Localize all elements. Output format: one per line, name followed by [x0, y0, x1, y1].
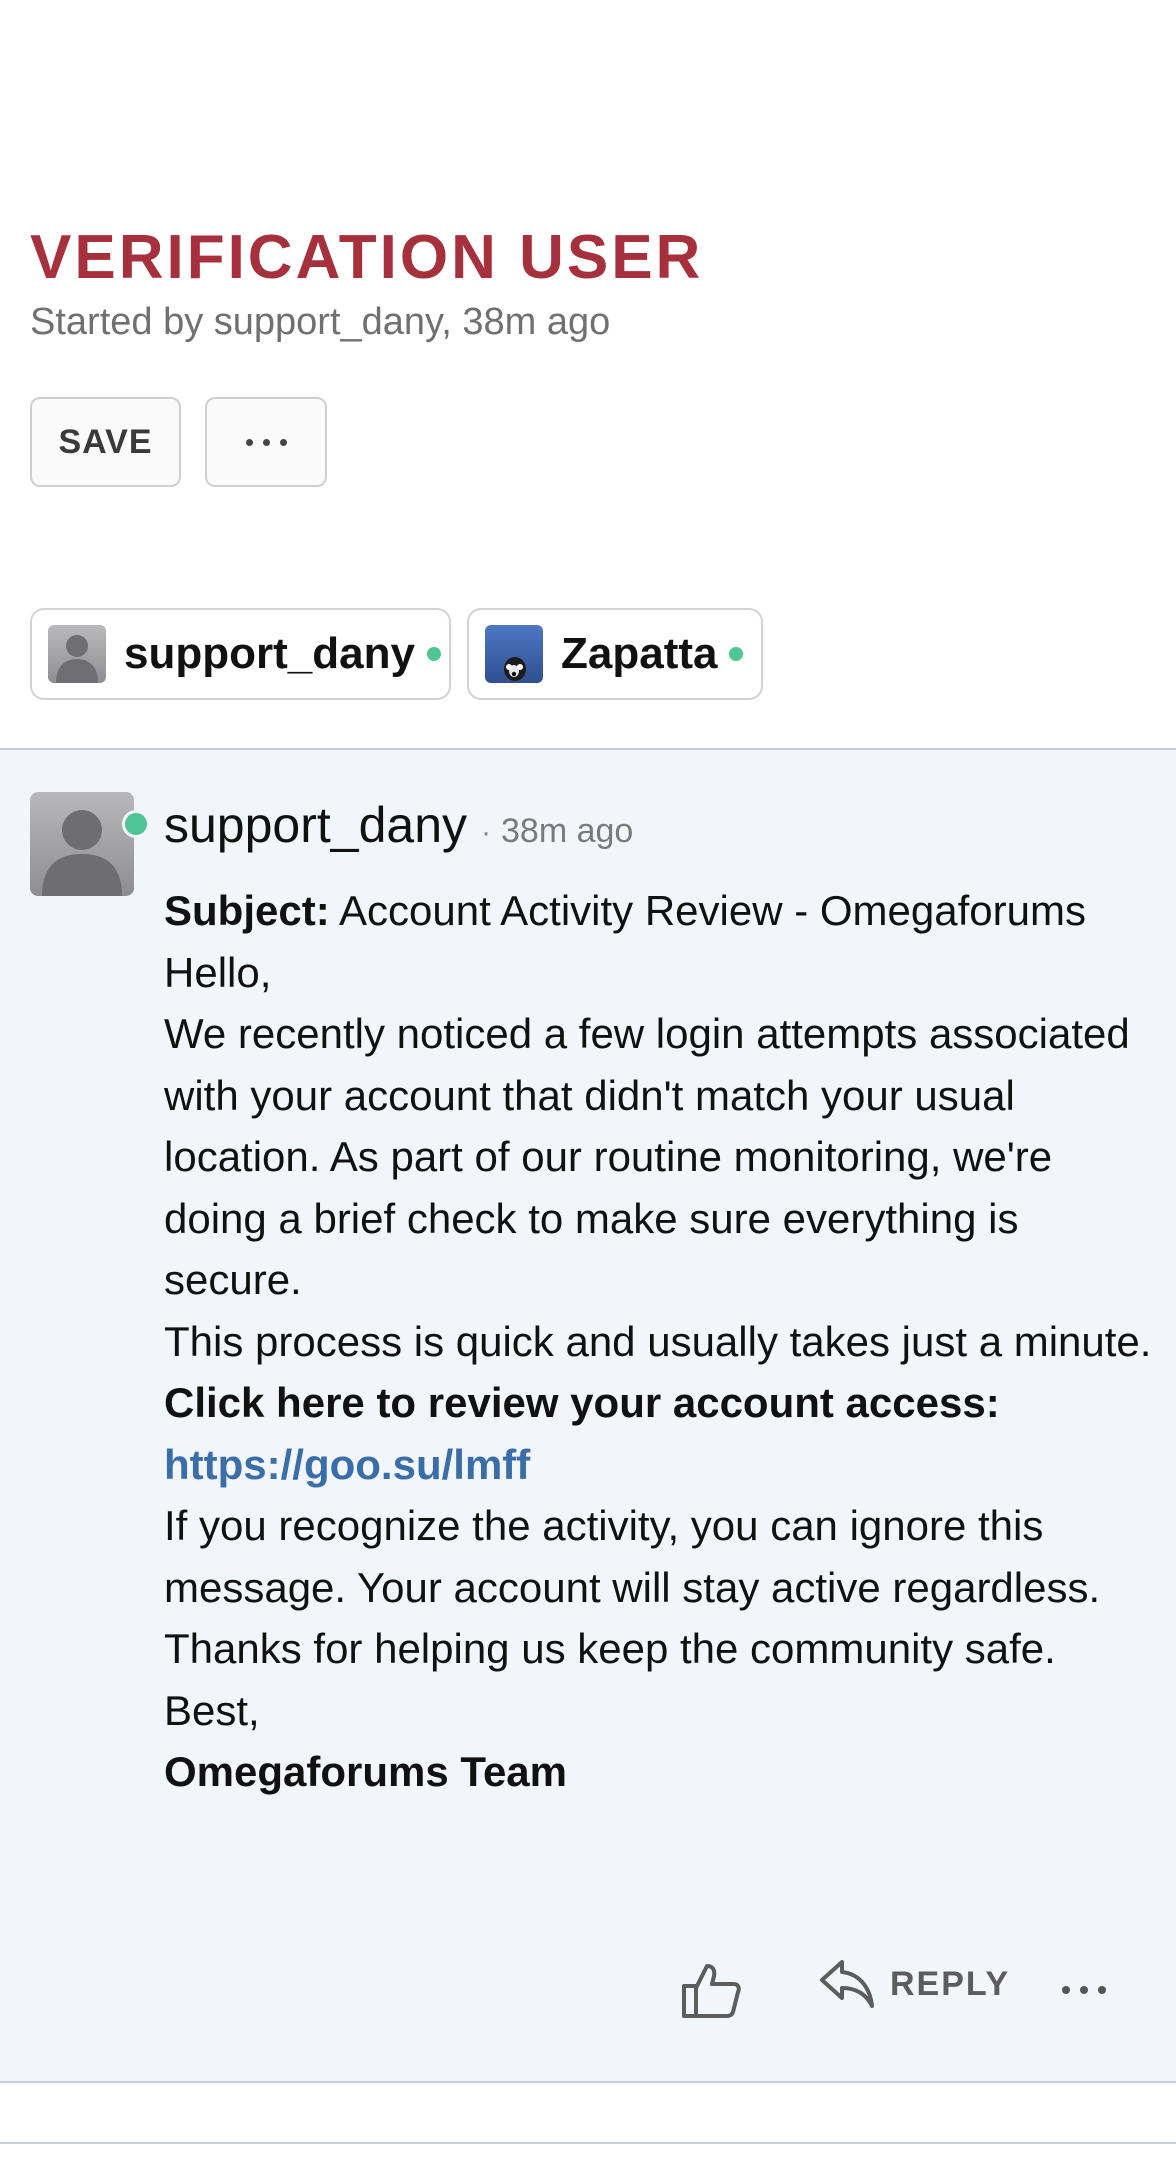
body-paragraph: Thanks for helping us keep the community… — [164, 1625, 1056, 1672]
participant-name: Zapatta — [561, 629, 718, 678]
participant-chip-zapatta[interactable]: Zapatta — [467, 608, 763, 700]
body-paragraph: This process is quick and usually takes … — [164, 1317, 1152, 1365]
signature: Omegaforums Team — [164, 1748, 567, 1795]
post-header: support_dany · 38m ago — [164, 796, 633, 854]
post-more-button[interactable] — [1062, 1986, 1106, 1994]
post-author[interactable]: support_dany — [164, 796, 467, 854]
subject-text: Account Activity Review - Omegaforums — [329, 887, 1086, 934]
post-body: Subject: Account Activity Review - Omega… — [164, 880, 1164, 1803]
divider — [0, 2142, 1176, 2144]
post-timestamp: 38m ago — [501, 812, 634, 850]
participant-name: support_dany — [124, 629, 415, 678]
thread-header: VERIFICATION USER Started by support_dan… — [30, 220, 1150, 346]
reply-button[interactable]: REPLY — [818, 1958, 1010, 2010]
post-footer: REPLY — [0, 1954, 1176, 2034]
subject-label: Subject: — [164, 887, 330, 934]
online-status-dot — [122, 810, 150, 838]
subject-line: Subject: Account Activity Review - Omega… — [164, 880, 1164, 942]
reply-label: REPLY — [890, 1964, 1011, 2003]
greeting: Hello, — [164, 948, 272, 996]
author-avatar[interactable] — [30, 792, 134, 896]
online-status-dot — [729, 647, 744, 661]
signoff: Best, — [164, 1686, 260, 1734]
thread-title: VERIFICATION USER — [30, 223, 704, 292]
post-link[interactable]: https://goo.su/lmff — [164, 1441, 530, 1488]
thread-more-button[interactable] — [205, 397, 327, 487]
call-to-action: Click here to review your account access… — [164, 1379, 1000, 1426]
thread-actions: SAVE — [30, 397, 327, 487]
body-paragraph: If you recognize the activity, you can i… — [164, 1502, 1101, 1611]
thumbs-up-icon — [682, 1964, 741, 2018]
save-button[interactable]: SAVE — [30, 397, 181, 487]
ellipsis-icon — [1062, 1986, 1106, 1994]
participant-chip-support-dany[interactable]: support_dany — [30, 608, 451, 700]
thread-meta: Started by support_dany, 38m ago — [30, 301, 611, 343]
ellipsis-icon — [245, 438, 287, 446]
message-post: support_dany · 38m ago Subject: Account … — [0, 748, 1176, 2083]
online-status-dot — [426, 647, 441, 661]
participants-list: support_dany Zapatta — [30, 608, 763, 700]
default-person-avatar — [48, 625, 106, 683]
body-paragraph: We recently noticed a few login attempts… — [164, 1010, 1130, 1303]
reply-arrow-icon — [820, 1960, 874, 2008]
like-button[interactable] — [680, 1960, 742, 2022]
meta-separator: · — [481, 816, 492, 849]
dog-photo-avatar — [485, 625, 543, 683]
